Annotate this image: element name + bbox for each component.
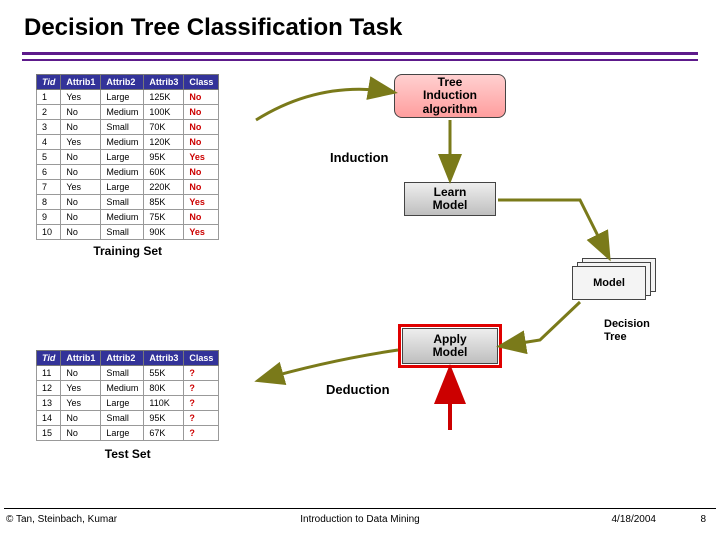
footer-page: 8 — [700, 514, 706, 525]
diagram-area: Tid Attrib1 Attrib2 Attrib3 Class 1YesLa… — [20, 70, 700, 490]
title-rules — [22, 52, 698, 61]
footer-course: Introduction to Data Mining — [300, 514, 420, 525]
slide-title: Decision Tree Classification Task — [0, 0, 720, 46]
slide: Decision Tree Classification Task Tid At… — [0, 0, 720, 540]
footer: © Tan, Steinbach, Kumar Introduction to … — [4, 508, 716, 534]
flow-arrows — [20, 70, 700, 490]
footer-date: 4/18/2004 — [612, 514, 657, 525]
